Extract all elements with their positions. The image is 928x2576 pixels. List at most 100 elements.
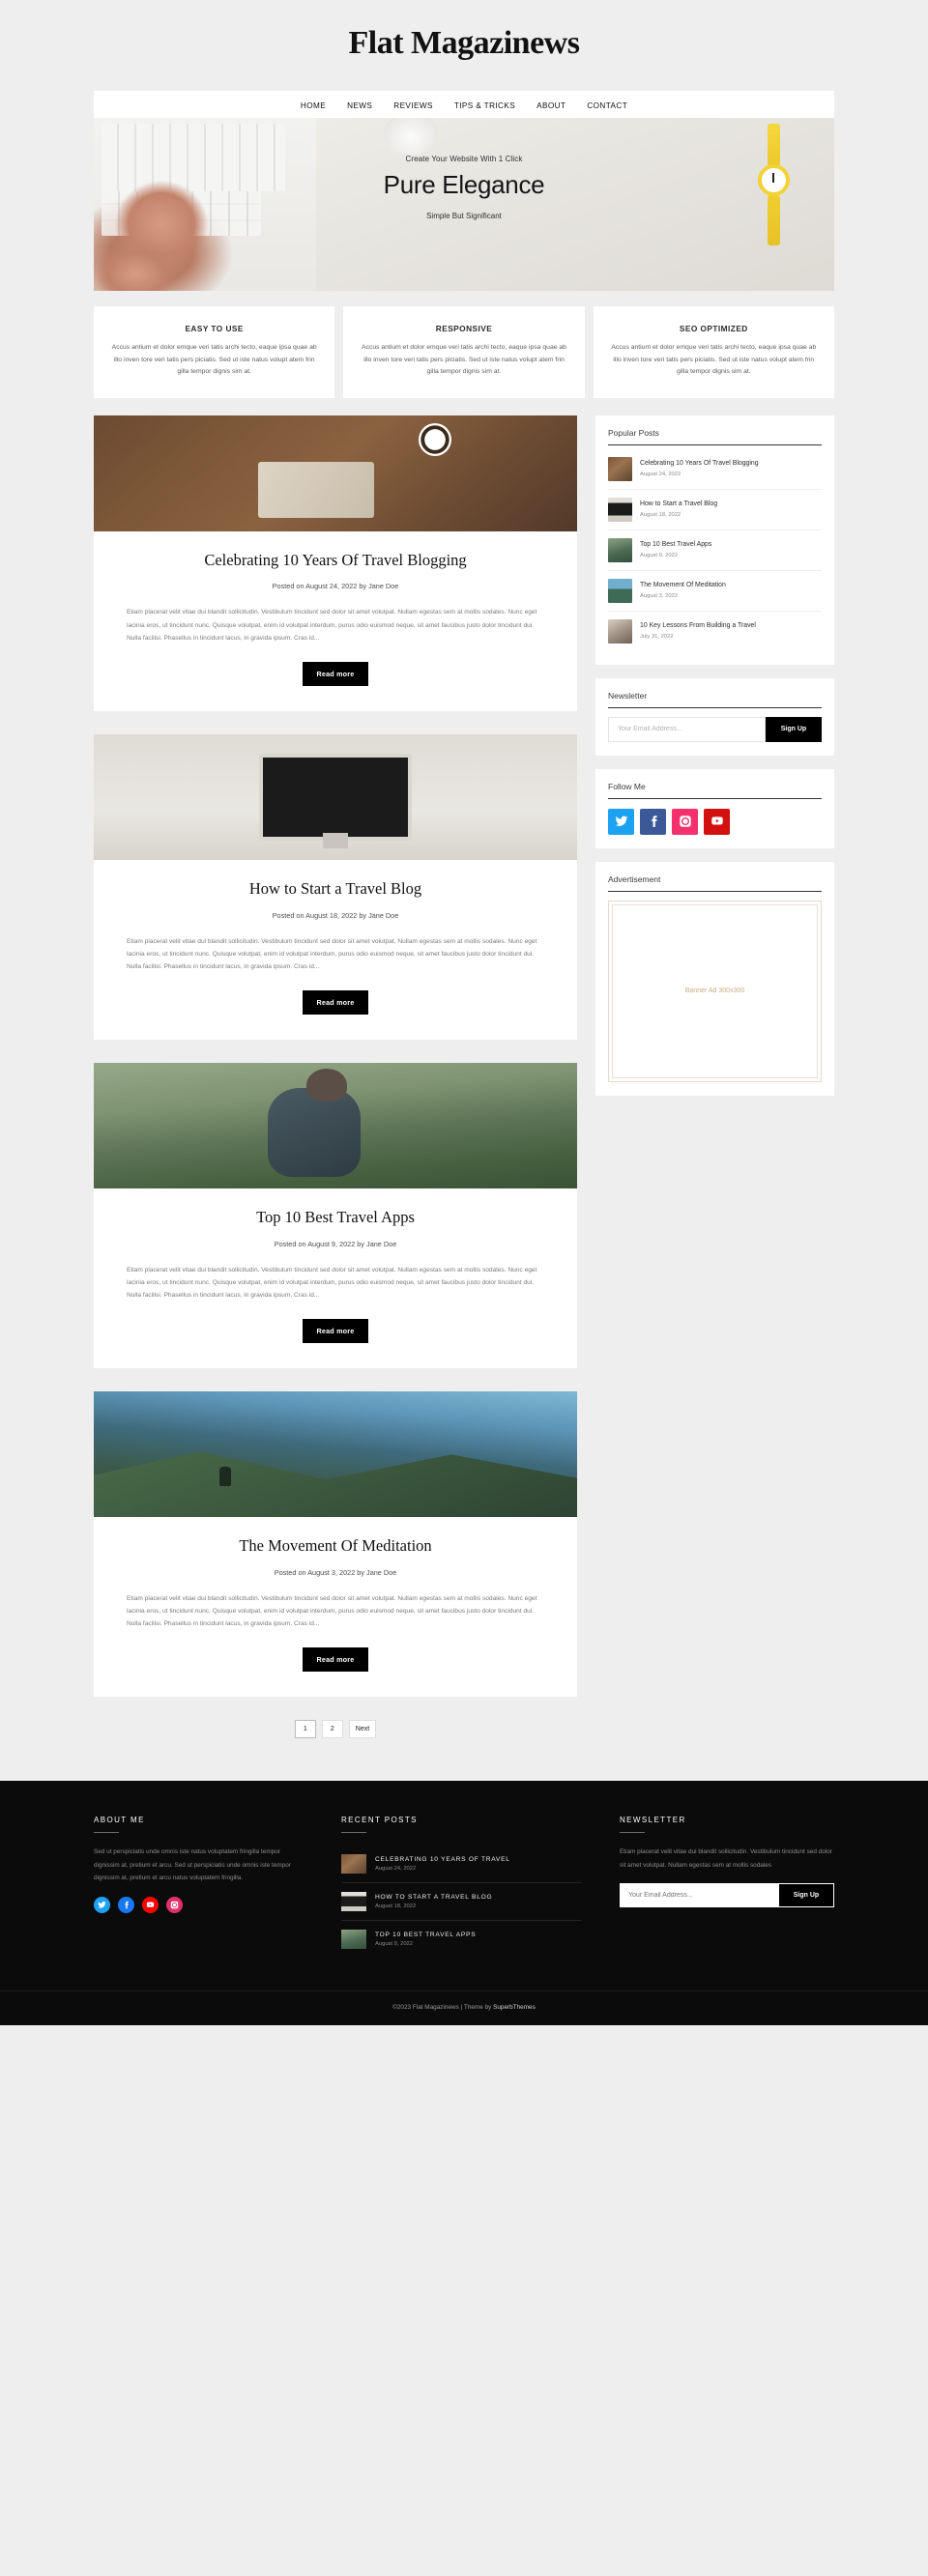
- nav-link-reviews[interactable]: REVIEWS: [393, 101, 433, 110]
- feature-title: EASY TO USE: [185, 324, 244, 333]
- footer-post-item[interactable]: HOW TO START A TRAVEL BLOG August 18, 20…: [341, 1883, 581, 1922]
- read-more-button[interactable]: Read more: [302, 1647, 369, 1673]
- hero-eyebrow: Create Your Website With 1 Click: [405, 155, 523, 163]
- post-title[interactable]: Celebrating 10 Years Of Travel Blogging: [127, 551, 544, 571]
- popular-post-text: The Movement Of Meditation August 3, 202…: [640, 582, 822, 599]
- nav-item-home[interactable]: HOME: [301, 96, 326, 113]
- page-root: Flat Magazinews HOME NEWS REVIEWS TIPS &…: [0, 0, 928, 2026]
- nav-link-news[interactable]: NEWS: [347, 101, 372, 110]
- popular-post-date: August 24, 2022: [640, 472, 682, 478]
- post-body: Celebrating 10 Years Of Travel Blogging …: [94, 531, 577, 711]
- feature-text: Accus antium et dolor emque veri tatis a…: [362, 344, 566, 376]
- mouse-object: [384, 118, 438, 155]
- nav-item-reviews[interactable]: REVIEWS: [393, 96, 433, 113]
- popular-post-date: July 31, 2022: [640, 634, 674, 641]
- nav-link-home[interactable]: HOME: [301, 101, 326, 110]
- footer-newsletter-form: Sign Up: [620, 1882, 834, 1907]
- nav-list: HOME NEWS REVIEWS TIPS & TRICKS ABOUT CO…: [301, 96, 627, 113]
- popular-post-title: Celebrating 10 Years Of Travel Blogging: [640, 460, 759, 468]
- popular-post-text: 10 Key Lessons From Building a Travel Ju…: [640, 622, 822, 640]
- popular-post-date: August 3, 2022: [640, 593, 678, 600]
- read-more-button[interactable]: Read more: [302, 661, 369, 686]
- main-navigation[interactable]: HOME NEWS REVIEWS TIPS & TRICKS ABOUT CO…: [94, 91, 834, 118]
- footer-post-thumbnail: [341, 1892, 366, 1912]
- nav-link-contact[interactable]: CONTACT: [587, 101, 627, 110]
- footer-post-item[interactable]: CELEBRATING 10 YEARS OF TRAVEL August 24…: [341, 1846, 581, 1884]
- read-more-button[interactable]: Read more: [302, 990, 369, 1016]
- nav-item-tips-tricks[interactable]: TIPS & TRICKS: [454, 96, 515, 113]
- nav-link-about[interactable]: ABOUT: [536, 101, 566, 110]
- twitter-icon[interactable]: [608, 808, 634, 835]
- post-excerpt: Etiam placerat velit vitae dui blandit s…: [127, 1594, 537, 1628]
- read-more-button[interactable]: Read more: [302, 1319, 369, 1344]
- popular-post-item[interactable]: Top 10 Best Travel Apps August 9, 2022: [608, 530, 822, 571]
- pagination[interactable]: 1 2 Next: [94, 1720, 577, 1739]
- post-title[interactable]: Top 10 Best Travel Apps: [127, 1208, 544, 1228]
- newsletter-email-input[interactable]: [608, 716, 766, 742]
- hero-subtitle: Simple But Significant: [426, 212, 502, 220]
- ad-placeholder-label: Banner Ad 300x300: [684, 987, 745, 995]
- footer-title-rule: [620, 1832, 645, 1834]
- footer-post-item[interactable]: TOP 10 BEST TRAVEL APPS August 9, 2022: [341, 1921, 581, 1958]
- nav-link-tips-tricks[interactable]: TIPS & TRICKS: [454, 101, 515, 110]
- post-thumbnail[interactable]: [94, 1063, 577, 1189]
- footer-post-thumbnail: [341, 1930, 366, 1950]
- popular-post-item[interactable]: The Movement Of Meditation August 3, 202…: [608, 571, 822, 612]
- feature-text: Accus antium et dolor emque veri tatis a…: [111, 344, 317, 376]
- post-list: Celebrating 10 Years Of Travel Blogging …: [94, 415, 577, 1764]
- main-layout: Celebrating 10 Years Of Travel Blogging …: [94, 415, 834, 1764]
- post-excerpt: Etiam placerat velit vitae dui blandit s…: [127, 609, 537, 642]
- youtube-icon[interactable]: [142, 1896, 159, 1913]
- popular-post-text: Top 10 Best Travel Apps August 9, 2022: [640, 541, 822, 558]
- popular-post-date: August 9, 2022: [640, 553, 678, 559]
- instagram-icon[interactable]: [672, 808, 698, 835]
- popular-post-item[interactable]: 10 Key Lessons From Building a Travel Ju…: [608, 612, 822, 651]
- newsletter-signup-button[interactable]: Sign Up: [766, 716, 822, 742]
- footer-post-date: August 9, 2022: [375, 1941, 413, 1948]
- footer-newsletter-title: Newsletter: [620, 1816, 686, 1825]
- feature-text: Accus antium et dolor emque veri tatis a…: [611, 344, 817, 376]
- pagination-page-2[interactable]: 2: [321, 1720, 343, 1739]
- nav-item-contact[interactable]: CONTACT: [587, 96, 627, 113]
- post-thumbnail[interactable]: [94, 733, 577, 860]
- footer-newsletter-signup-button[interactable]: Sign Up: [778, 1882, 834, 1907]
- footer-columns: About Me Sed ut perspiciatis unde omnis …: [94, 1816, 834, 1990]
- footer-post-date: August 18, 2022: [375, 1903, 417, 1910]
- sidebar: Popular Posts Celebrating 10 Years Of Tr…: [595, 415, 834, 1109]
- instagram-icon[interactable]: [166, 1896, 183, 1913]
- post-thumbnail[interactable]: [94, 1391, 577, 1518]
- site-footer: About Me Sed ut perspiciatis unde omnis …: [0, 1781, 928, 2026]
- widget-advertisement: Advertisement Banner Ad 300x300: [595, 861, 834, 1096]
- post-excerpt: Etiam placerat velit vitae dui blandit s…: [127, 937, 537, 970]
- post-card: How to Start a Travel Blog Posted on Aug…: [94, 733, 577, 1041]
- facebook-icon[interactable]: [640, 808, 666, 835]
- nav-item-news[interactable]: NEWS: [347, 96, 372, 113]
- post-title[interactable]: How to Start a Travel Blog: [127, 879, 544, 900]
- post-body: Top 10 Best Travel Apps Posted on August…: [94, 1188, 577, 1368]
- popular-post-item[interactable]: How to Start a Travel Blog August 18, 20…: [608, 490, 822, 530]
- pagination-page-1[interactable]: 1: [294, 1720, 316, 1739]
- footer-post-title: CELEBRATING 10 YEARS OF TRAVEL: [375, 1856, 510, 1864]
- popular-post-item[interactable]: Celebrating 10 Years Of Travel Blogging …: [608, 449, 822, 490]
- footer-social-links: [94, 1896, 303, 1913]
- popular-post-text: How to Start a Travel Blog August 18, 20…: [640, 501, 822, 518]
- post-meta: Posted on August 9, 2022 by Jane Doe: [274, 1239, 397, 1248]
- youtube-icon[interactable]: [704, 808, 730, 835]
- footer-post-date: August 24, 2022: [375, 1866, 417, 1873]
- pagination-next[interactable]: Next: [348, 1720, 377, 1739]
- post-card: Celebrating 10 Years Of Travel Blogging …: [94, 415, 577, 711]
- nav-item-about[interactable]: ABOUT: [536, 96, 566, 113]
- ad-box[interactable]: Banner Ad 300x300: [608, 900, 822, 1082]
- hero-text-block: Create Your Website With 1 Click Pure El…: [94, 155, 834, 220]
- popular-post-title: How to Start a Travel Blog: [640, 501, 718, 508]
- popular-post-date: August 18, 2022: [640, 512, 682, 519]
- footer-post-text: HOW TO START A TRAVEL BLOG August 18, 20…: [375, 1894, 492, 1909]
- footer-newsletter-email-input[interactable]: [620, 1882, 778, 1907]
- facebook-icon[interactable]: [118, 1896, 134, 1913]
- footer-about-column: About Me Sed ut perspiciatis unde omnis …: [94, 1816, 303, 1958]
- twitter-icon[interactable]: [94, 1896, 110, 1913]
- post-title[interactable]: The Movement Of Meditation: [127, 1536, 544, 1557]
- post-thumbnail[interactable]: [94, 415, 577, 531]
- feature-boxes: EASY TO USE Accus antium et dolor emque …: [94, 306, 834, 398]
- theme-credit-link[interactable]: SuperbThemes: [493, 2004, 536, 2011]
